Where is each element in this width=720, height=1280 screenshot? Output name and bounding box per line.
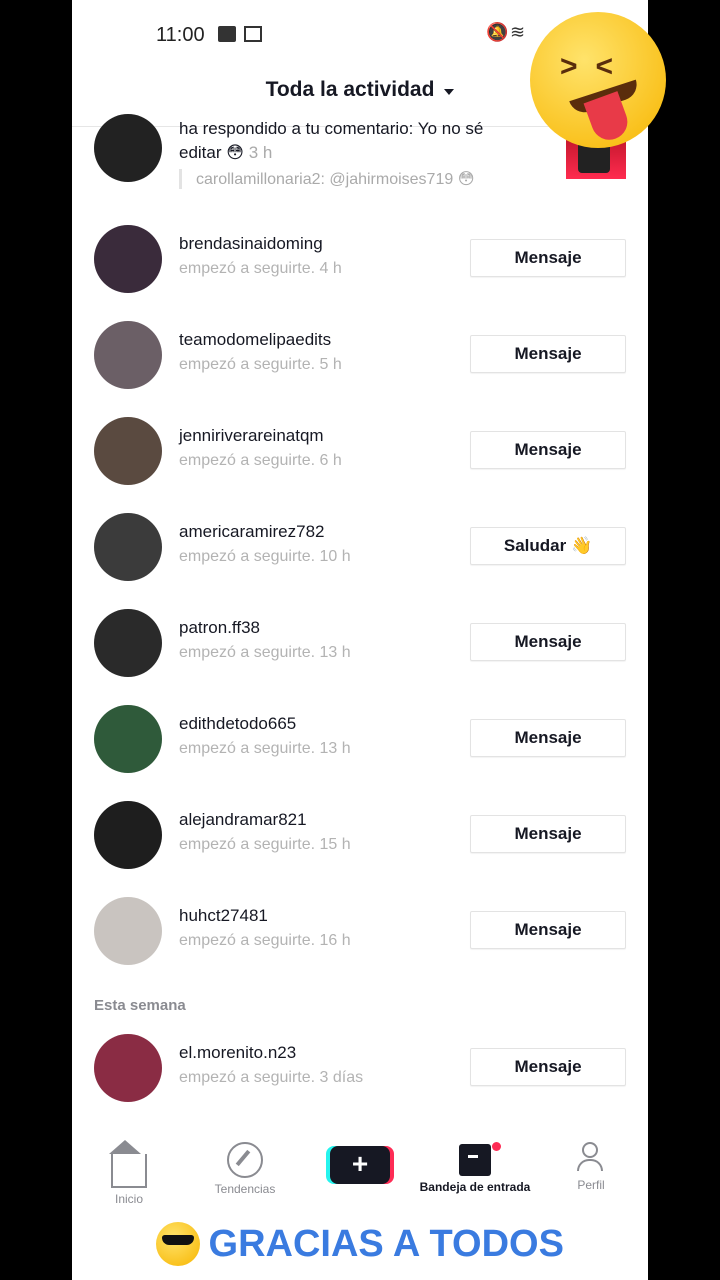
follow-time: empezó a seguirte. 4 h: [179, 260, 342, 277]
message-button[interactable]: Mensaje: [470, 431, 626, 469]
tab-home-label[interactable]: Inicio: [74, 1192, 184, 1206]
follow-time: empezó a seguirte. 13 h: [179, 644, 351, 661]
username[interactable]: edithdetodo665: [179, 714, 296, 734]
follow-time: empezó a seguirte. 5 h: [179, 356, 342, 373]
follow-time: empezó a seguirte. 10 h: [179, 548, 351, 565]
reply-time: 3 h: [248, 143, 273, 162]
list-item[interactable]: americaramirez782 empezó a seguirte. 10 …: [72, 509, 648, 605]
avatar[interactable]: [94, 705, 162, 773]
caption-banner: GRACIAS A TODOS: [72, 1222, 648, 1274]
avatar[interactable]: [94, 1034, 162, 1102]
mute-icon: 🔕: [486, 22, 509, 42]
tab-discover[interactable]: Tendencias: [190, 1142, 300, 1196]
bottom-tab-bar: Inicio Tendencias + Bandeja de entrada P…: [72, 1130, 648, 1210]
username[interactable]: brendasinaidoming: [179, 234, 323, 254]
avatar[interactable]: [94, 609, 162, 677]
avatar[interactable]: [94, 321, 162, 389]
chevron-down-icon[interactable]: [444, 88, 455, 95]
inbox-icon[interactable]: [459, 1144, 491, 1176]
tab-profile-label[interactable]: Perfil: [536, 1178, 646, 1192]
avatar[interactable]: [94, 897, 162, 965]
create-button[interactable]: +: [330, 1146, 390, 1184]
status-time: 11:00: [156, 24, 205, 46]
avatar[interactable]: [94, 225, 162, 293]
list-item[interactable]: teamodomelipaedits empezó a seguirte. 5 …: [72, 317, 648, 413]
avatar[interactable]: [94, 417, 162, 485]
laughing-emoji-sticker: ><: [530, 12, 666, 148]
profile-icon[interactable]: [575, 1142, 607, 1174]
message-button[interactable]: Mensaje: [470, 815, 626, 853]
avatar[interactable]: [94, 801, 162, 869]
compass-icon[interactable]: [227, 1142, 263, 1178]
app-screen: 11:00 🔕 ≋ Toda la actividad ha respondid…: [72, 0, 648, 1280]
avatar[interactable]: [94, 114, 162, 182]
tab-profile[interactable]: Perfil: [536, 1142, 646, 1192]
message-button[interactable]: Mensaje: [470, 623, 626, 661]
avatar[interactable]: [94, 513, 162, 581]
message-button[interactable]: Mensaje: [470, 719, 626, 757]
message-button[interactable]: Mensaje: [470, 239, 626, 277]
list-item[interactable]: edithdetodo665 empezó a seguirte. 13 h M…: [72, 701, 648, 797]
page-title[interactable]: Toda la actividad: [266, 78, 435, 101]
reply-text: ha respondido a tu comentario: Yo no sé …: [179, 117, 529, 165]
username[interactable]: huhct27481: [179, 906, 268, 926]
folder-icon: [218, 26, 236, 42]
list-item[interactable]: huhct27481 empezó a seguirte. 16 h Mensa…: [72, 893, 648, 989]
section-heading: Esta semana: [94, 997, 186, 1014]
list-item[interactable]: patron.ff38 empezó a seguirte. 13 h Mens…: [72, 605, 648, 701]
caption-text: GRACIAS A TODOS: [208, 1222, 564, 1265]
username[interactable]: el.morenito.n23: [179, 1043, 296, 1063]
tab-inbox-label[interactable]: Bandeja de entrada: [410, 1180, 540, 1194]
tab-inbox[interactable]: Bandeja de entrada: [410, 1142, 540, 1194]
list-item[interactable]: el.morenito.n23 empezó a seguirte. 3 día…: [72, 1030, 648, 1126]
reply-message: ha respondido a tu comentario: Yo no sé …: [179, 119, 484, 162]
notification-dot: [492, 1142, 501, 1151]
tab-discover-label[interactable]: Tendencias: [190, 1182, 300, 1196]
username[interactable]: teamodomelipaedits: [179, 330, 331, 350]
username[interactable]: patron.ff38: [179, 618, 260, 638]
tab-home[interactable]: Inicio: [74, 1140, 184, 1206]
message-button[interactable]: Mensaje: [470, 1048, 626, 1086]
message-button[interactable]: Mensaje: [470, 911, 626, 949]
emoji-eyes: ><: [560, 50, 632, 83]
follow-time: empezó a seguirte. 16 h: [179, 932, 351, 949]
image-icon: [244, 26, 262, 42]
list-item[interactable]: jenniriverareinatqm empezó a seguirte. 6…: [72, 413, 648, 509]
greet-button[interactable]: Saludar 👋: [470, 527, 626, 565]
follow-time: empezó a seguirte. 15 h: [179, 836, 351, 853]
message-button[interactable]: Mensaje: [470, 335, 626, 373]
username[interactable]: jenniriverareinatqm: [179, 426, 324, 446]
follow-time: empezó a seguirte. 13 h: [179, 740, 351, 757]
username[interactable]: americaramirez782: [179, 522, 325, 542]
follow-time: empezó a seguirte. 3 días: [179, 1069, 364, 1086]
home-icon[interactable]: [109, 1140, 147, 1188]
sunglasses-emoji-icon: [156, 1222, 201, 1266]
reply-quote: carollamillonaria2: @jahirmoises719 😳: [179, 169, 474, 189]
list-item[interactable]: brendasinaidoming empezó a seguirte. 4 h…: [72, 221, 648, 317]
username[interactable]: alejandramar821: [179, 810, 307, 830]
list-item[interactable]: alejandramar821 empezó a seguirte. 15 h …: [72, 797, 648, 893]
wifi-icon: ≋: [510, 22, 526, 42]
follow-time: empezó a seguirte. 6 h: [179, 452, 342, 469]
